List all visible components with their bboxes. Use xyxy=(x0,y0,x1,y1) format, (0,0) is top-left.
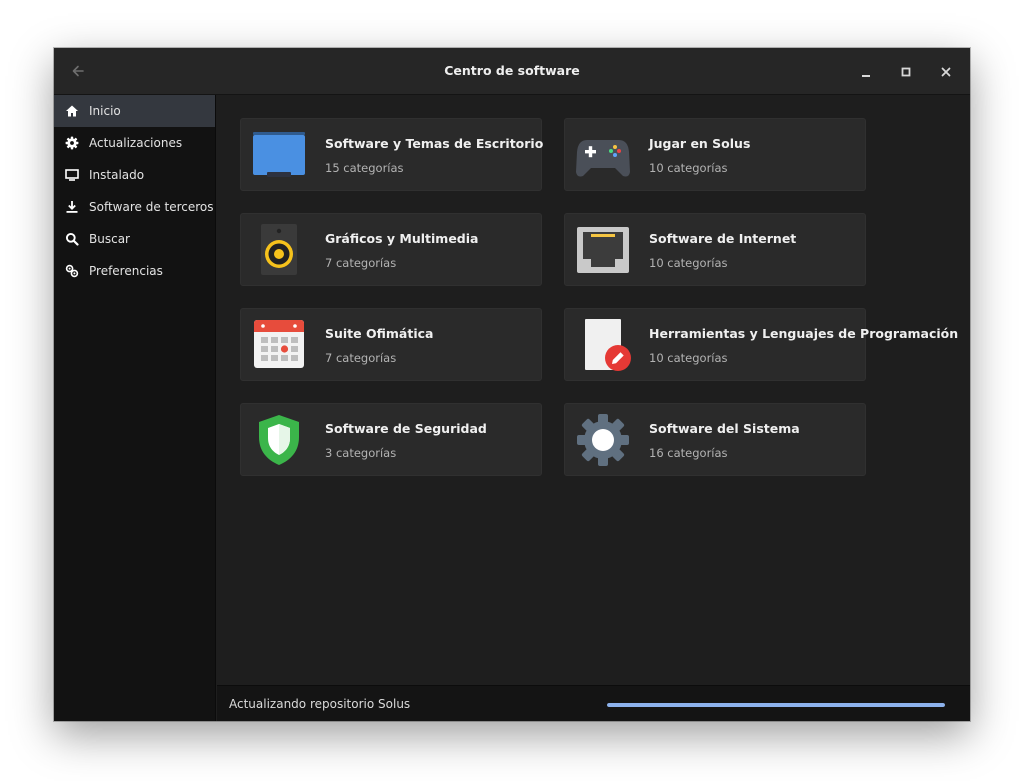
title-bar: Centro de software xyxy=(54,48,970,95)
minimize-button[interactable] xyxy=(855,61,877,83)
home-icon xyxy=(65,104,79,118)
category-card-office[interactable]: Suite Ofimática 7 categorías xyxy=(240,308,542,381)
desktop-folder-icon xyxy=(253,132,305,177)
document-edit-icon xyxy=(585,319,631,371)
close-button[interactable] xyxy=(935,61,957,83)
window-title: Centro de software xyxy=(444,63,580,78)
sidebar-item-preferencias[interactable]: Preferencias xyxy=(54,255,215,287)
status-bar: Actualizando repositorio Solus xyxy=(217,685,970,721)
close-icon xyxy=(941,67,951,77)
category-card-graphics[interactable]: Gráficos y Multimedia 7 categorías xyxy=(240,213,542,286)
sidebar-item-label: Software de terceros xyxy=(89,200,214,214)
category-subtitle: 7 categorías xyxy=(325,351,397,365)
sidebar-item-software-terceros[interactable]: Software de terceros xyxy=(54,191,215,223)
category-card-system[interactable]: Software del Sistema 16 categorías xyxy=(564,403,866,476)
category-subtitle: 16 categorías xyxy=(649,446,728,460)
category-subtitle: 15 categorías xyxy=(325,161,404,175)
category-title: Suite Ofimática xyxy=(325,326,434,341)
maximize-button[interactable] xyxy=(895,61,917,83)
progress-bar xyxy=(607,703,945,707)
category-card-security[interactable]: Software de Seguridad 3 categorías xyxy=(240,403,542,476)
gamepad-icon xyxy=(576,140,630,177)
category-title: Herramientas y Lenguajes de Programación xyxy=(649,326,959,341)
category-card-programming[interactable]: Herramientas y Lenguajes de Programación… xyxy=(564,308,958,381)
category-subtitle: 10 categorías xyxy=(649,256,728,270)
sidebar-item-label: Actualizaciones xyxy=(89,136,183,150)
sidebar-item-label: Buscar xyxy=(89,232,130,246)
category-title: Jugar en Solus xyxy=(649,136,751,151)
sidebar-item-label: Inicio xyxy=(89,104,121,118)
calendar-icon xyxy=(254,320,304,368)
category-title: Gráficos y Multimedia xyxy=(325,231,479,246)
gear-icon xyxy=(65,136,79,150)
minimize-icon xyxy=(862,75,870,77)
search-icon xyxy=(65,232,79,246)
progress-fill xyxy=(607,703,945,707)
shield-icon xyxy=(259,415,299,465)
system-gear-icon xyxy=(577,414,629,466)
download-icon xyxy=(65,200,79,214)
sidebar-item-buscar[interactable]: Buscar xyxy=(54,223,215,255)
category-title: Software de Internet xyxy=(649,231,797,246)
network-port-icon xyxy=(577,227,629,273)
sidebar-item-instalado[interactable]: Instalado xyxy=(54,159,215,191)
category-subtitle: 10 categorías xyxy=(649,351,728,365)
sidebar-item-actualizaciones[interactable]: Actualizaciones xyxy=(54,127,215,159)
category-title: Software de Seguridad xyxy=(325,421,487,436)
sidebar: Inicio Actualizaciones Instalado Softwar… xyxy=(54,95,216,721)
sidebar-item-label: Preferencias xyxy=(89,264,163,278)
category-card-games[interactable]: Jugar en Solus 10 categorías xyxy=(564,118,866,191)
category-title: Software del Sistema xyxy=(649,421,800,436)
speaker-icon xyxy=(261,224,297,275)
sidebar-item-label: Instalado xyxy=(89,168,145,182)
category-card-internet[interactable]: Software de Internet 10 categorías xyxy=(564,213,866,286)
status-text: Actualizando repositorio Solus xyxy=(229,697,411,711)
software-center-window: Centro de software Inicio Actualizacione… xyxy=(54,48,970,721)
main-content: Software y Temas de Escritorio 15 catego… xyxy=(217,95,970,685)
preferences-icon xyxy=(65,264,79,278)
category-subtitle: 7 categorías xyxy=(325,256,397,270)
monitor-icon xyxy=(65,168,79,182)
category-title: Software y Temas de Escritorio xyxy=(325,136,544,151)
category-subtitle: 10 categorías xyxy=(649,161,728,175)
category-subtitle: 3 categorías xyxy=(325,446,397,460)
maximize-icon xyxy=(901,67,911,77)
sidebar-item-inicio[interactable]: Inicio xyxy=(54,95,215,127)
category-card-desktop[interactable]: Software y Temas de Escritorio 15 catego… xyxy=(240,118,544,191)
